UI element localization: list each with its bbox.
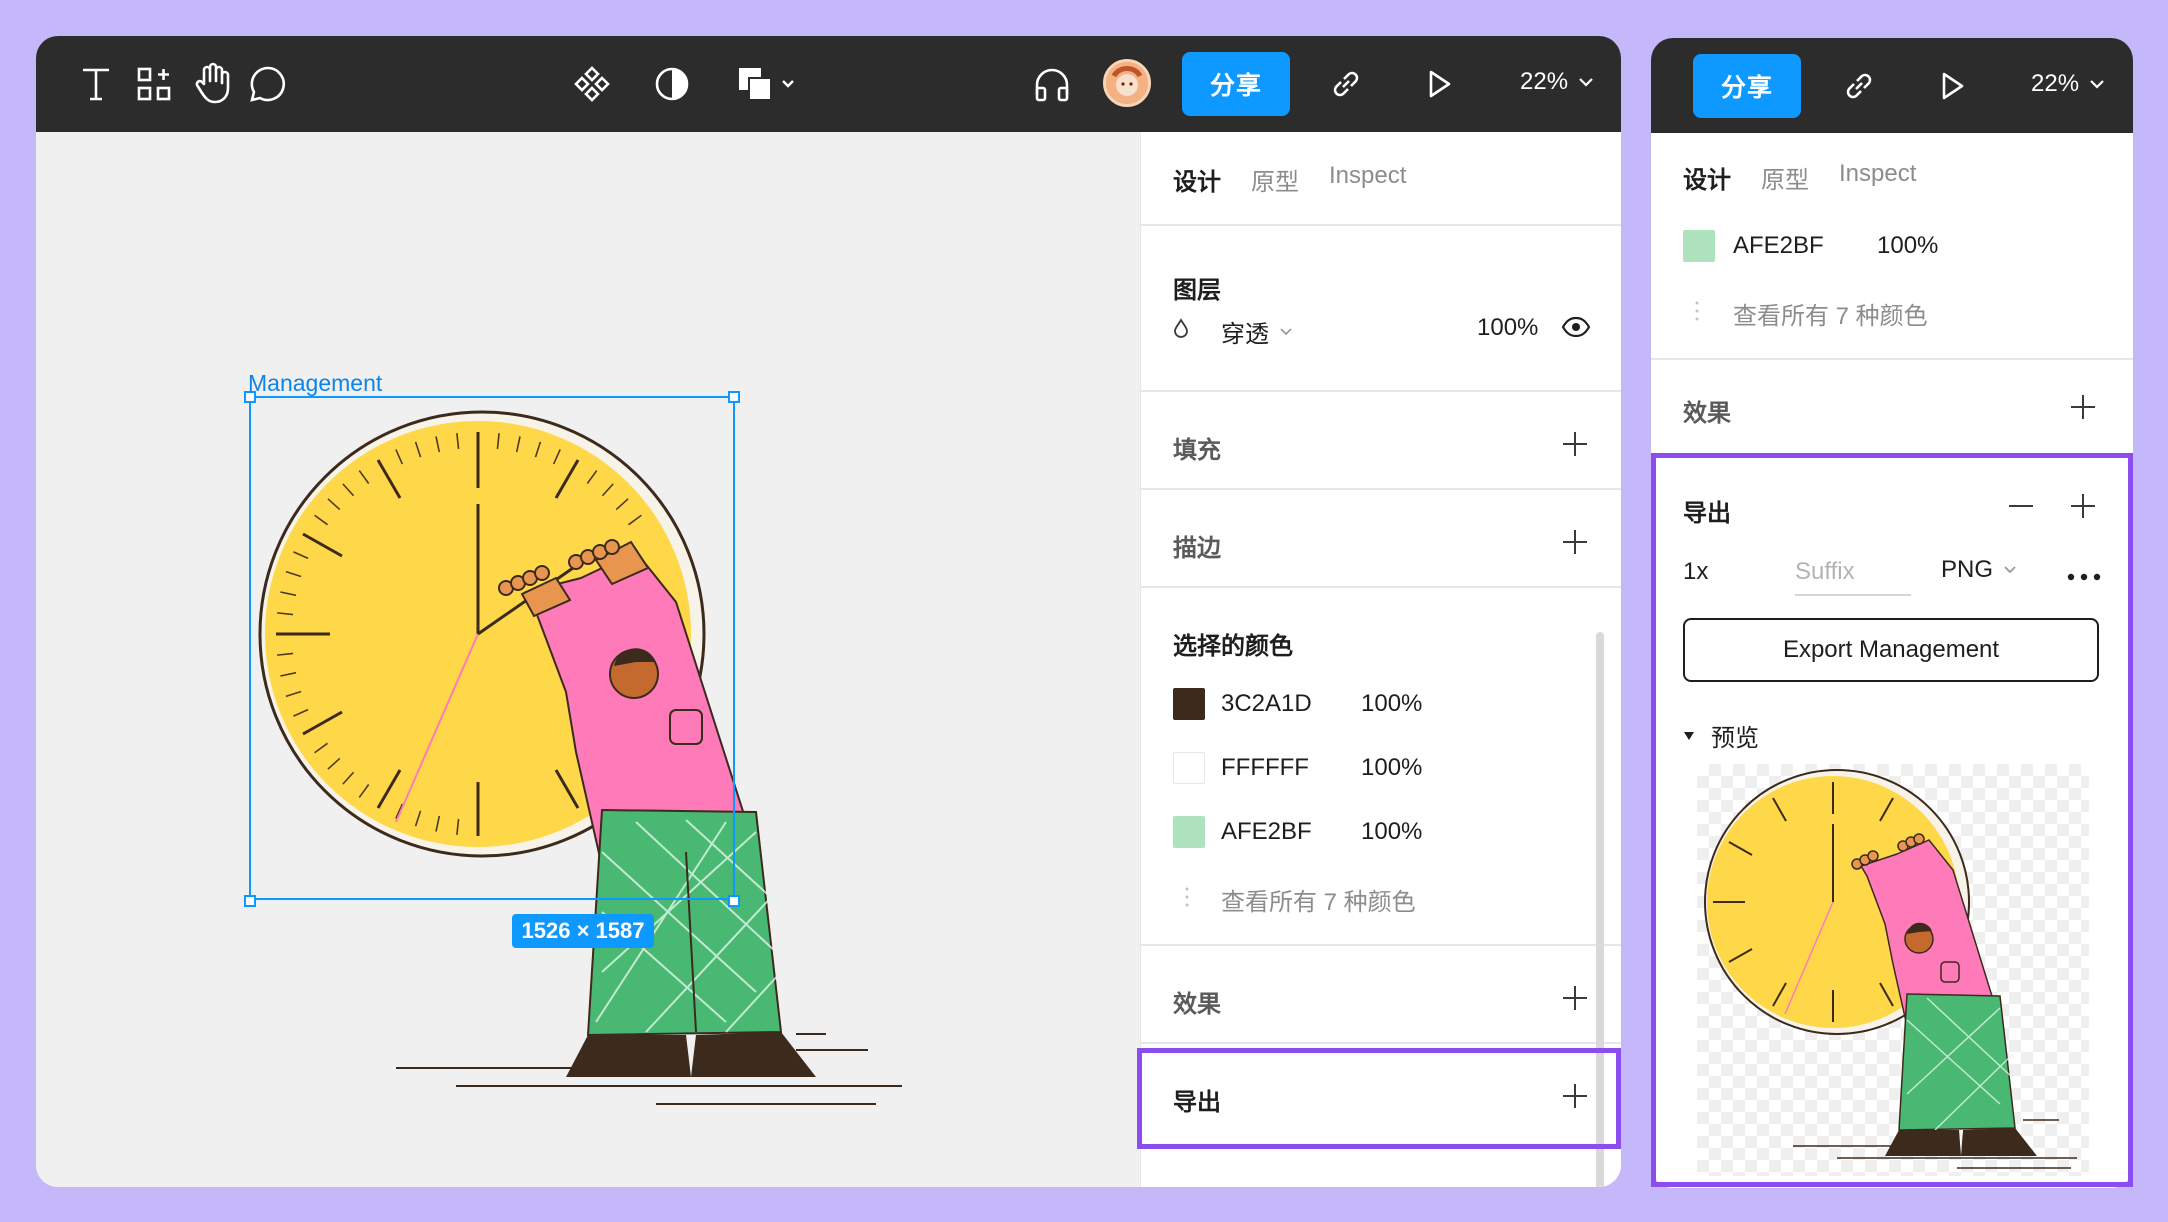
- tab-inspect[interactable]: Inspect: [1839, 160, 1916, 195]
- resize-handle-bottom-left[interactable]: [244, 895, 256, 907]
- figma-window: 分享 22% Management 1526 × 1587 设计 原型 Insp…: [36, 36, 1621, 1187]
- tab-inspect[interactable]: Inspect: [1329, 162, 1406, 197]
- link-icon[interactable]: [1326, 64, 1366, 104]
- blend-mode-value: 穿透: [1221, 321, 1269, 348]
- color-opacity[interactable]: 100%: [1877, 232, 1938, 260]
- color-swatch[interactable]: [1173, 816, 1205, 848]
- color-hex[interactable]: 3C2A1D: [1221, 690, 1312, 718]
- zoom-dropdown[interactable]: 22%: [2031, 70, 2105, 98]
- create-component-icon[interactable]: [572, 64, 612, 104]
- resize-handle-top-left[interactable]: [244, 391, 256, 403]
- color-hex[interactable]: FFFFFF: [1221, 754, 1309, 782]
- effects-section-title: 效果: [1683, 400, 1731, 427]
- layer-opacity[interactable]: 100%: [1477, 314, 1538, 342]
- chevron-down-icon: [1579, 78, 1593, 87]
- view-all-colors-link[interactable]: 查看所有 7 种颜色: [1733, 296, 1928, 331]
- zoom-dropdown[interactable]: 22%: [1520, 68, 1594, 96]
- present-play-icon[interactable]: [1422, 66, 1458, 102]
- divider: [1141, 224, 1621, 226]
- tab-design[interactable]: 设计: [1683, 160, 1731, 195]
- divider: [1141, 488, 1621, 490]
- comment-tool-icon[interactable]: [246, 62, 290, 106]
- selection-box[interactable]: [249, 396, 735, 900]
- headphones-icon[interactable]: [1030, 62, 1074, 106]
- divider: [1141, 586, 1621, 588]
- tab-design[interactable]: 设计: [1173, 162, 1221, 197]
- share-button[interactable]: 分享: [1693, 54, 1801, 118]
- divider: [1651, 358, 2133, 360]
- add-effect-plus-icon[interactable]: [2071, 395, 2095, 419]
- chevron-down-icon: [1280, 327, 1292, 335]
- tab-prototype[interactable]: 原型: [1251, 162, 1299, 197]
- boolean-groups-icon[interactable]: [734, 62, 800, 106]
- top-toolbar: 分享 22%: [36, 36, 1621, 132]
- color-opacity[interactable]: 100%: [1361, 818, 1422, 846]
- color-swatch[interactable]: [1173, 752, 1205, 784]
- chevron-down-icon: [2090, 80, 2104, 89]
- components-tool-icon[interactable]: [134, 64, 174, 104]
- blend-mode-drop-icon: [1173, 318, 1189, 338]
- more-vertical-icon: [1695, 300, 1699, 322]
- design-canvas[interactable]: Management 1526 × 1587: [36, 132, 1140, 1187]
- color-swatch[interactable]: [1683, 230, 1715, 262]
- top-toolbar: 分享 22%: [1651, 38, 2133, 133]
- present-play-icon[interactable]: [1935, 68, 1971, 104]
- user-avatar[interactable]: [1103, 59, 1151, 107]
- frame-size-badge: 1526 × 1587: [512, 914, 654, 948]
- selected-colors-title: 选择的颜色: [1173, 633, 1293, 660]
- panel-tabs: 设计 原型 Inspect: [1173, 162, 1406, 197]
- divider: [1141, 944, 1621, 946]
- add-fill-plus-icon[interactable]: [1563, 432, 1587, 456]
- eye-icon[interactable]: [1561, 314, 1591, 340]
- panel-tabs: 设计 原型 Inspect: [1683, 160, 1916, 195]
- add-stroke-plus-icon[interactable]: [1563, 530, 1587, 554]
- color-hex[interactable]: AFE2BF: [1221, 818, 1312, 846]
- zoom-value: 22%: [2031, 70, 2080, 97]
- color-opacity[interactable]: 100%: [1361, 690, 1422, 718]
- effects-section-title: 效果: [1173, 991, 1221, 1018]
- tab-prototype[interactable]: 原型: [1761, 160, 1809, 195]
- divider: [1141, 390, 1621, 392]
- resize-handle-top-right[interactable]: [728, 391, 740, 403]
- blend-mode-select[interactable]: 穿透: [1221, 314, 1293, 349]
- export-highlight-box: [1137, 1048, 1621, 1149]
- hand-tool-icon[interactable]: [190, 60, 234, 106]
- layer-section-title: 图层: [1173, 277, 1221, 304]
- view-all-colors-link[interactable]: 查看所有 7 种颜色: [1221, 882, 1416, 917]
- add-effect-plus-icon[interactable]: [1563, 986, 1587, 1010]
- color-swatch[interactable]: [1173, 688, 1205, 720]
- link-icon[interactable]: [1839, 66, 1879, 106]
- resize-handle-bottom-right[interactable]: [728, 895, 740, 907]
- text-tool-icon[interactable]: [76, 64, 116, 104]
- stroke-section-title: 描边: [1173, 535, 1221, 562]
- divider: [1141, 1042, 1621, 1044]
- more-vertical-icon: [1185, 886, 1189, 908]
- design-panel: 设计 原型 Inspect 图层 穿透 100% 填充 描边 选择的颜色 3C2…: [1140, 132, 1621, 1187]
- export-highlight-box: [1651, 453, 2133, 1187]
- mask-icon[interactable]: [652, 64, 692, 104]
- fill-section-title: 填充: [1173, 437, 1221, 464]
- color-opacity[interactable]: 100%: [1361, 754, 1422, 782]
- color-hex[interactable]: AFE2BF: [1733, 232, 1824, 260]
- zoom-value: 22%: [1520, 68, 1569, 95]
- share-button[interactable]: 分享: [1182, 52, 1290, 116]
